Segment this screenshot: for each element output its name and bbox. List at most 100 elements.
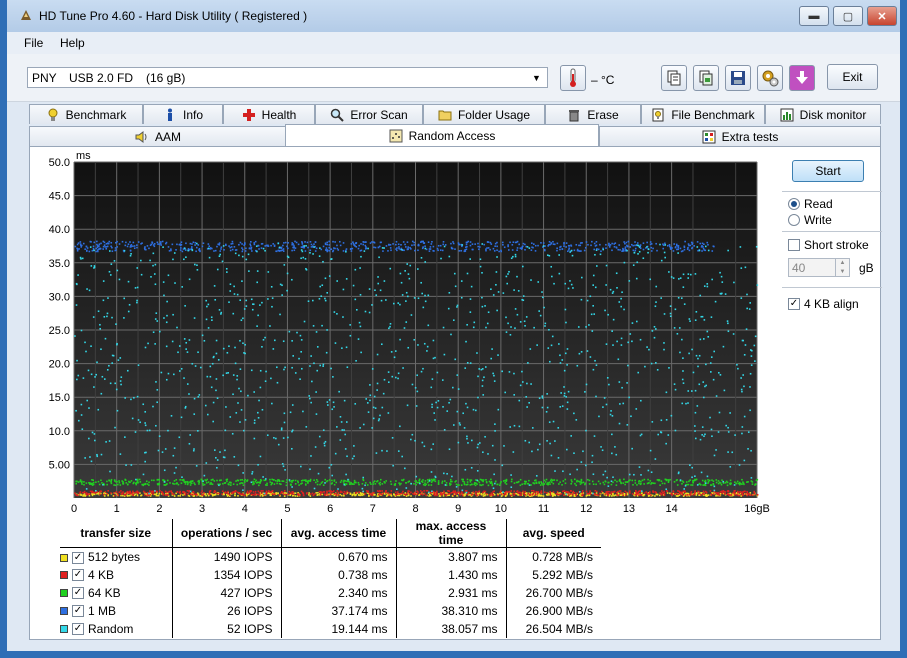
data-point <box>282 244 284 247</box>
close-button[interactable]: ✕ <box>867 6 897 26</box>
data-point <box>358 494 360 496</box>
data-point <box>434 475 437 478</box>
data-point <box>389 325 391 328</box>
save-button[interactable] <box>725 65 751 91</box>
data-point <box>256 481 259 484</box>
data-point <box>154 318 157 320</box>
tab-info[interactable]: Info <box>143 104 223 124</box>
data-point <box>530 279 532 281</box>
data-point <box>342 242 345 244</box>
data-point <box>620 305 622 308</box>
update-button[interactable] <box>789 65 815 91</box>
copy-screenshot-button[interactable] <box>693 65 719 91</box>
data-point <box>391 375 394 378</box>
data-point <box>420 370 423 373</box>
data-point <box>620 297 622 300</box>
data-point <box>466 362 469 364</box>
data-point <box>213 285 216 287</box>
data-point <box>551 479 554 482</box>
start-button[interactable]: Start <box>792 160 864 182</box>
read-radio[interactable] <box>788 198 800 210</box>
chevron-down-icon[interactable]: ▼ <box>528 69 545 86</box>
data-point <box>539 314 542 317</box>
data-point <box>399 338 401 341</box>
copy-info-button[interactable] <box>661 65 687 91</box>
options-button[interactable] <box>757 65 783 91</box>
tab-folder-usage[interactable]: Folder Usage <box>423 104 545 124</box>
tab-health[interactable]: Health <box>223 104 315 124</box>
data-point <box>253 422 256 424</box>
data-point <box>707 494 710 496</box>
write-radio[interactable] <box>788 214 800 226</box>
data-point <box>152 493 155 495</box>
data-point <box>733 494 736 496</box>
drive-select[interactable]: PNY USB 2.0 FD (16 gB) ▼ <box>27 67 548 88</box>
data-point <box>346 490 348 493</box>
tab-random-access[interactable]: Random Access <box>285 124 599 146</box>
maximize-button[interactable]: ▢ <box>833 6 863 26</box>
data-point <box>640 399 642 402</box>
data-point <box>215 378 218 380</box>
data-point <box>696 241 699 243</box>
data-point <box>348 491 350 494</box>
data-point <box>104 492 107 495</box>
data-point <box>481 479 484 482</box>
short-stroke-checkbox[interactable] <box>788 239 800 251</box>
exit-button[interactable]: Exit <box>827 64 878 90</box>
data-point <box>470 494 473 496</box>
series-checkbox[interactable]: ✓ <box>72 605 84 618</box>
tab-disk-monitor[interactable]: Disk monitor <box>765 104 881 124</box>
spin-up-icon[interactable]: ▲ <box>835 259 849 268</box>
data-point <box>319 483 321 486</box>
data-point <box>185 341 188 344</box>
data-point <box>648 481 650 484</box>
menu-file[interactable]: File <box>24 36 43 50</box>
results-header-row: transfer size operations / sec avg. acce… <box>60 519 601 548</box>
temperature-button[interactable] <box>560 65 586 91</box>
tab-error-scan[interactable]: Error Scan <box>315 104 423 124</box>
align-checkbox[interactable]: ✓ <box>788 298 800 310</box>
data-point <box>182 494 184 496</box>
data-point <box>258 248 260 250</box>
data-point <box>301 250 304 253</box>
data-point <box>314 446 317 448</box>
series-checkbox[interactable]: ✓ <box>72 569 84 582</box>
data-point <box>378 256 380 259</box>
data-point <box>392 302 395 305</box>
tab-file-benchmark[interactable]: File Benchmark <box>641 104 765 124</box>
series-checkbox[interactable]: ✓ <box>72 587 84 600</box>
tab-aam[interactable]: AAM <box>29 126 287 146</box>
title-bar[interactable]: HD Tune Pro 4.60 - Hard Disk Utility ( R… <box>7 0 900 32</box>
data-point <box>150 479 153 482</box>
data-point <box>726 493 729 496</box>
data-point <box>383 247 385 249</box>
series-checkbox[interactable]: ✓ <box>72 623 84 636</box>
spin-down-icon[interactable]: ▼ <box>835 268 849 277</box>
data-point <box>399 425 401 428</box>
tab-erase[interactable]: Erase <box>545 104 641 124</box>
data-point <box>428 479 431 482</box>
tab-benchmark[interactable]: Benchmark <box>29 104 143 124</box>
data-point <box>239 421 241 423</box>
data-point <box>127 310 130 313</box>
data-point <box>660 297 662 299</box>
minimize-button[interactable]: ▬ <box>799 6 829 26</box>
data-point <box>624 248 627 250</box>
data-point <box>311 380 313 383</box>
data-point <box>414 386 417 389</box>
menu-help[interactable]: Help <box>60 36 85 50</box>
tab-extra-tests[interactable]: Extra tests <box>599 126 881 146</box>
data-point <box>148 492 150 495</box>
data-point <box>191 249 194 252</box>
data-point <box>165 345 168 348</box>
series-checkbox[interactable]: ✓ <box>72 551 84 564</box>
random-access-icon <box>389 129 403 142</box>
data-point <box>698 249 701 252</box>
data-point <box>315 331 318 333</box>
data-point <box>450 491 453 494</box>
data-point <box>559 248 561 251</box>
data-point <box>125 241 127 244</box>
short-stroke-spinner[interactable]: 40 ▲ ▼ <box>788 258 850 277</box>
data-point <box>505 490 508 493</box>
data-point <box>105 441 107 443</box>
